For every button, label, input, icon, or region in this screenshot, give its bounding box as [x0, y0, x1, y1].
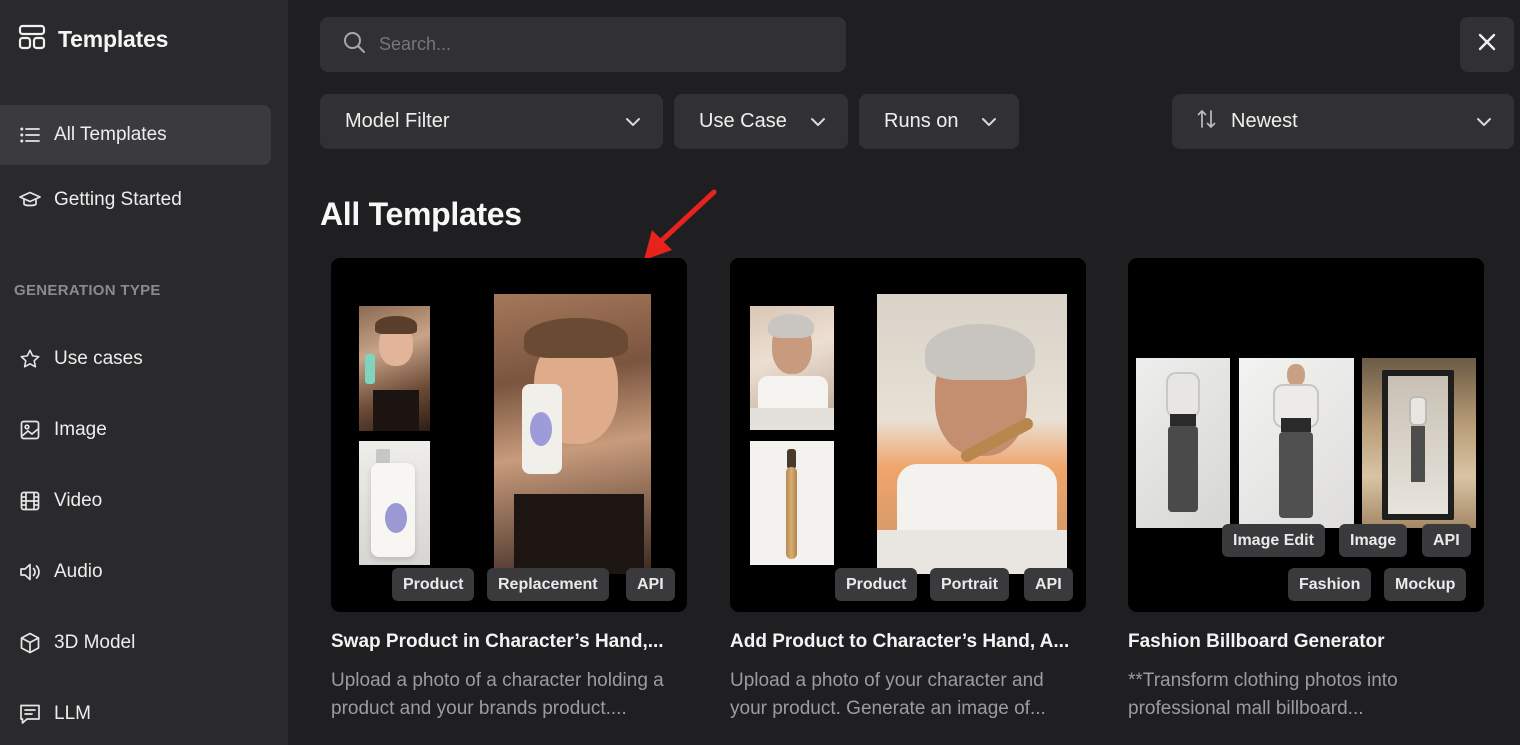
- page-title: All Templates: [320, 196, 522, 232]
- thumbnail-photo: [1239, 358, 1354, 528]
- tag: Portrait: [930, 568, 1009, 601]
- thumbnail-photo: [877, 294, 1067, 574]
- sidebar-item-llm[interactable]: LLM: [0, 684, 271, 744]
- card-thumbnail[interactable]: Product Portrait API: [730, 258, 1086, 612]
- model-filter-dropdown[interactable]: Model Filter: [320, 94, 663, 149]
- chevron-down-icon: [1476, 110, 1492, 133]
- thumbnail-photo: [359, 441, 430, 565]
- sidebar-item-label: Video: [54, 490, 103, 511]
- templates-icon: [18, 24, 46, 55]
- sidebar-item-label: All Templates: [54, 124, 167, 145]
- tag: API: [626, 568, 675, 601]
- tag: Mockup: [1384, 568, 1467, 601]
- sidebar-item-image[interactable]: Image: [0, 400, 271, 460]
- thumbnail-photo: [1136, 358, 1230, 528]
- tag: API: [1024, 568, 1073, 601]
- close-button[interactable]: [1460, 17, 1514, 72]
- sidebar-item-label: LLM: [54, 703, 91, 724]
- cube-icon: [19, 632, 41, 654]
- section-label-generation-type: GENERATION TYPE: [14, 282, 161, 299]
- speaker-icon: [19, 561, 41, 583]
- star-icon: [19, 348, 41, 370]
- list-icon: [19, 124, 41, 146]
- template-card[interactable]: Product Replacement API Swap Product in …: [331, 258, 687, 723]
- thumbnail-photo: [359, 306, 430, 431]
- tag: Replacement: [487, 568, 609, 601]
- tag: Image: [1339, 524, 1408, 557]
- sidebar: Templates All Templates Getting Started …: [0, 0, 288, 745]
- thumbnail-photo: [750, 441, 834, 565]
- chevron-down-icon: [810, 110, 826, 133]
- thumbnail-photo: [494, 294, 651, 574]
- sort-icon: [1197, 109, 1217, 135]
- template-card[interactable]: Image Edit Image API Fashion Mockup Fash…: [1128, 258, 1484, 723]
- sidebar-item-all-templates[interactable]: All Templates: [0, 105, 271, 165]
- search-bar[interactable]: [320, 17, 846, 72]
- thumbnail-photo: [750, 306, 834, 430]
- model-filter-label: Model Filter: [345, 110, 450, 132]
- thumbnail-photo: [1362, 358, 1476, 528]
- graduation-cap-icon: [19, 189, 41, 211]
- card-title[interactable]: Fashion Billboard Generator: [1128, 631, 1480, 653]
- sidebar-item-label: Audio: [54, 561, 103, 582]
- card-description: **Transform clothing photos into profess…: [1128, 670, 1398, 719]
- sidebar-item-video[interactable]: Video: [0, 471, 271, 531]
- card-description: Upload a photo of a character holding a …: [331, 670, 664, 719]
- runs-on-label: Runs on: [884, 110, 959, 132]
- runs-on-dropdown[interactable]: Runs on: [859, 94, 1019, 149]
- sidebar-item-label: Getting Started: [54, 189, 182, 210]
- search-icon: [342, 30, 366, 59]
- chevron-down-icon: [625, 110, 641, 133]
- sidebar-item-audio[interactable]: Audio: [0, 542, 271, 602]
- tag: API: [1422, 524, 1471, 557]
- sidebar-brand: Templates: [18, 24, 168, 55]
- sidebar-title: Templates: [58, 26, 169, 52]
- sort-dropdown[interactable]: Newest: [1172, 94, 1514, 149]
- template-card[interactable]: Product Portrait API Add Product to Char…: [730, 258, 1086, 723]
- card-title[interactable]: Swap Product in Character’s Hand,...: [331, 631, 683, 653]
- message-icon: [19, 703, 41, 725]
- card-description: Upload a photo of your character and you…: [730, 670, 1046, 719]
- use-case-dropdown[interactable]: Use Case: [674, 94, 848, 149]
- sort-label: Newest: [1231, 110, 1298, 132]
- sidebar-item-use-cases[interactable]: Use cases: [0, 329, 271, 389]
- chevron-down-icon: [981, 110, 997, 133]
- sidebar-item-label: 3D Model: [54, 632, 136, 653]
- film-icon: [19, 490, 41, 512]
- card-thumbnail[interactable]: Image Edit Image API Fashion Mockup: [1128, 258, 1484, 612]
- sidebar-item-label: Use cases: [54, 348, 143, 369]
- sidebar-item-getting-started[interactable]: Getting Started: [0, 170, 271, 230]
- card-thumbnail[interactable]: Product Replacement API: [331, 258, 687, 612]
- tag: Product: [392, 568, 475, 601]
- tag: Image Edit: [1222, 524, 1325, 557]
- tag: Product: [835, 568, 918, 601]
- close-icon: [1478, 33, 1496, 56]
- sidebar-item-label: Image: [54, 419, 107, 440]
- card-title[interactable]: Add Product to Character’s Hand, A...: [730, 631, 1082, 653]
- image-icon: [19, 419, 41, 441]
- sidebar-item-3d-model[interactable]: 3D Model: [0, 613, 271, 673]
- tag: Fashion: [1288, 568, 1372, 601]
- search-input[interactable]: [379, 34, 799, 55]
- use-case-label: Use Case: [699, 110, 787, 132]
